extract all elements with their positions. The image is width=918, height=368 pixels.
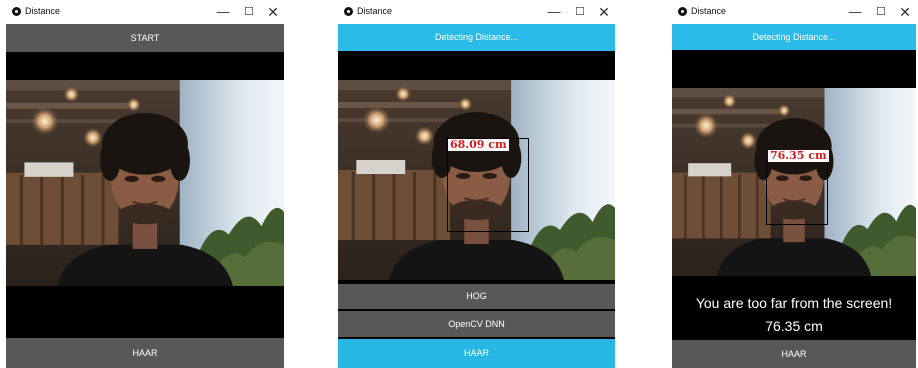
minimize-icon[interactable]: —	[212, 3, 234, 21]
title-bar: Distance — ☐ ✕	[338, 0, 615, 24]
haar-button[interactable]: HAAR	[338, 339, 615, 368]
hog-button-label: HOG	[466, 291, 487, 301]
app-icon	[678, 7, 687, 16]
start-button[interactable]: START	[6, 24, 284, 52]
status-label: Detecting Distance...	[752, 32, 836, 42]
start-button-label: START	[130, 33, 160, 43]
maximize-icon[interactable]: ☐	[238, 3, 260, 21]
opencv-dnn-button[interactable]: OpenCV DNN	[338, 311, 615, 337]
close-icon[interactable]: ✕	[262, 3, 284, 21]
close-icon[interactable]: ✕	[894, 3, 916, 21]
window-panel-3: Distance — ☐ ✕ Detecting Distance... 76.…	[672, 0, 916, 368]
window-title: Distance	[357, 6, 393, 16]
distance-label: 68.09 cm	[448, 138, 509, 151]
face-detection-box	[447, 138, 529, 232]
close-icon[interactable]: ✕	[593, 3, 615, 21]
opencv-dnn-button-label: OpenCV DNN	[448, 319, 505, 329]
haar-button-label: HAAR	[463, 348, 489, 358]
haar-button-label: HAAR	[781, 349, 807, 359]
window-title: Distance	[25, 6, 61, 16]
distance-label: 76.35 cm	[768, 149, 829, 162]
distance-value: 76.35 cm	[765, 318, 823, 334]
window-panel-1: Distance — ☐ ✕ START HAAR	[6, 0, 284, 368]
title-bar: Distance — ☐ ✕	[6, 0, 284, 24]
face-detection-box	[766, 161, 828, 225]
maximize-icon[interactable]: ☐	[569, 3, 591, 21]
hog-button[interactable]: HOG	[338, 284, 615, 309]
window-panel-2: Distance — ☐ ✕ Detecting Distance... 68.…	[338, 0, 615, 368]
minimize-icon[interactable]: —	[844, 3, 866, 21]
camera-feed: 68.09 cm	[338, 80, 615, 280]
app-icon	[344, 7, 353, 16]
window-title: Distance	[691, 6, 727, 16]
haar-button-label: HAAR	[132, 348, 158, 358]
camera-feed: 76.35 cm	[672, 88, 916, 276]
maximize-icon[interactable]: ☐	[870, 3, 892, 21]
minimize-icon[interactable]: —	[543, 3, 565, 21]
status-bar[interactable]: Detecting Distance...	[338, 24, 615, 51]
status-label: Detecting Distance...	[434, 32, 519, 42]
status-bar[interactable]: Detecting Distance...	[672, 24, 916, 50]
haar-button[interactable]: HAAR	[6, 338, 284, 368]
haar-button[interactable]: HAAR	[672, 340, 916, 368]
app-icon	[12, 7, 21, 16]
camera-feed	[6, 80, 284, 286]
distance-warning-message: You are too far from the screen!	[695, 295, 893, 311]
title-bar: Distance — ☐ ✕	[672, 0, 916, 24]
